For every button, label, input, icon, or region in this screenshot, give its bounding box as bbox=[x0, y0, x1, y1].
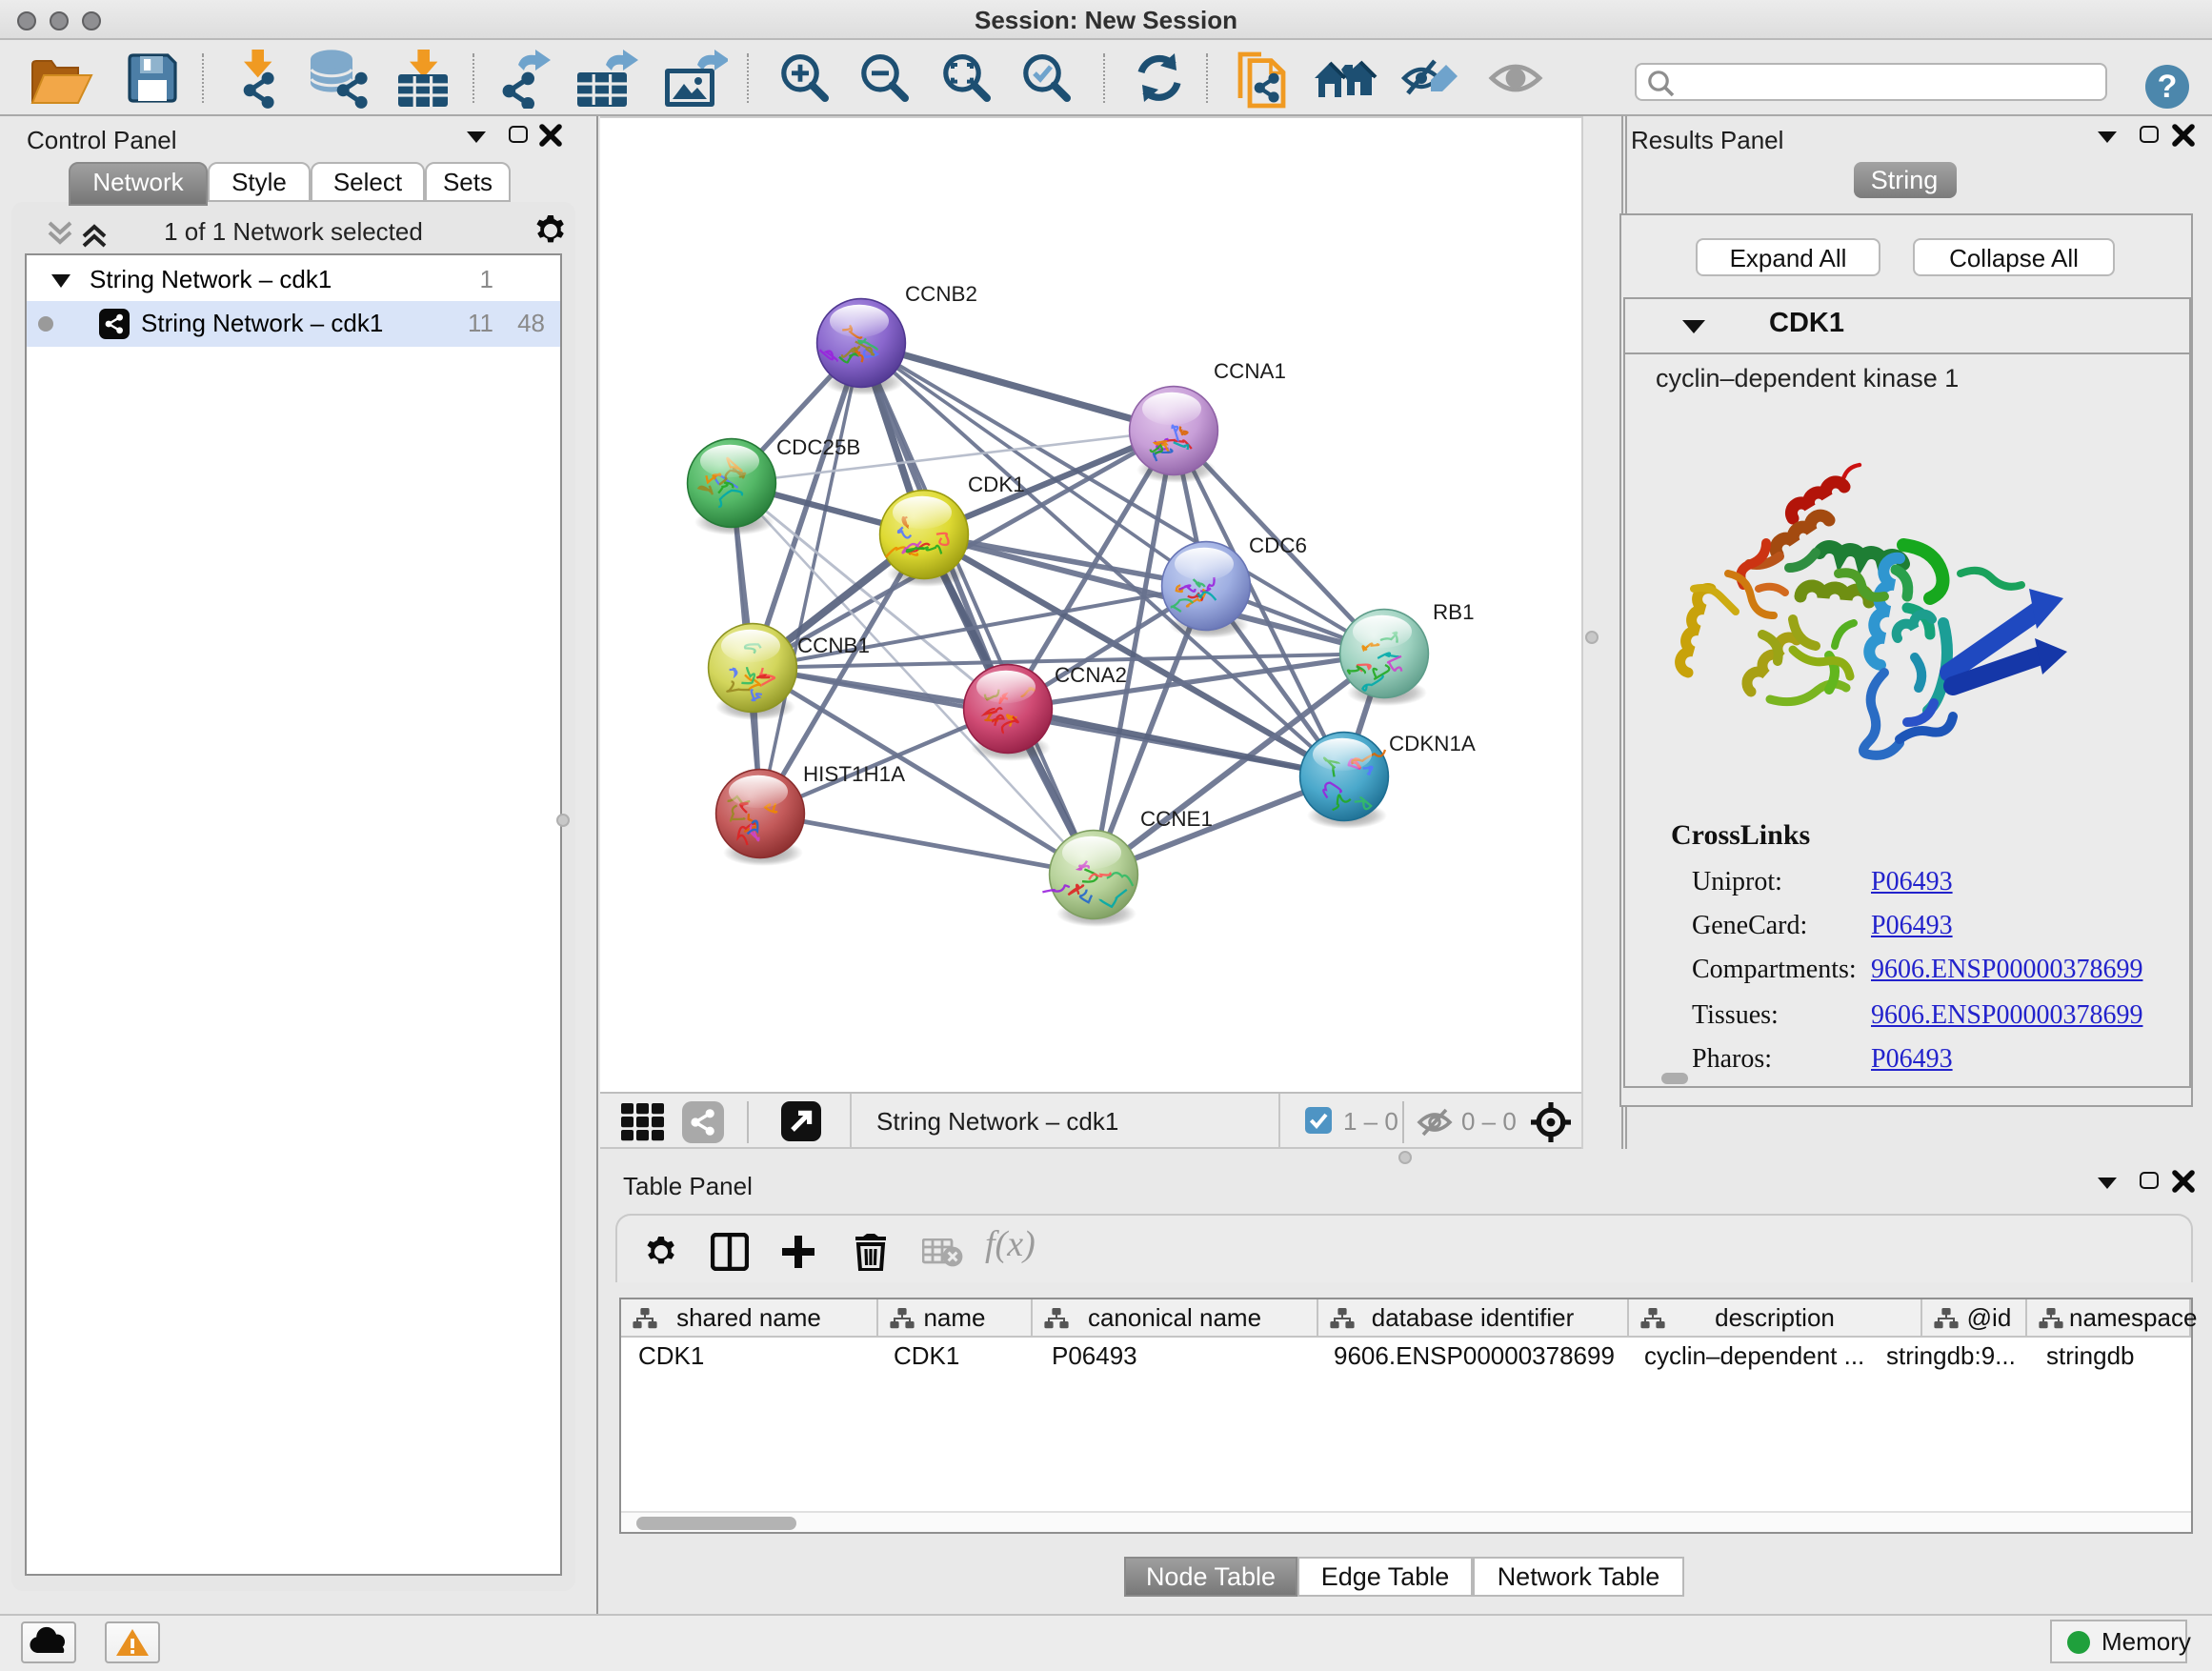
svg-text:CCNE1: CCNE1 bbox=[1140, 807, 1213, 831]
svg-text:HIST1H1A: HIST1H1A bbox=[803, 762, 905, 786]
svg-text:CCNB2: CCNB2 bbox=[905, 282, 977, 306]
svg-text:CCNA2: CCNA2 bbox=[1055, 663, 1127, 687]
svg-text:CCNB1: CCNB1 bbox=[797, 634, 870, 657]
svg-text:CCNA1: CCNA1 bbox=[1214, 359, 1286, 383]
svg-text:RB1: RB1 bbox=[1433, 600, 1475, 624]
svg-text:CDC6: CDC6 bbox=[1249, 534, 1307, 557]
svg-text:CDK1: CDK1 bbox=[968, 473, 1025, 496]
svg-text:CDKN1A: CDKN1A bbox=[1389, 732, 1476, 755]
svg-text:CDC25B: CDC25B bbox=[776, 435, 860, 459]
